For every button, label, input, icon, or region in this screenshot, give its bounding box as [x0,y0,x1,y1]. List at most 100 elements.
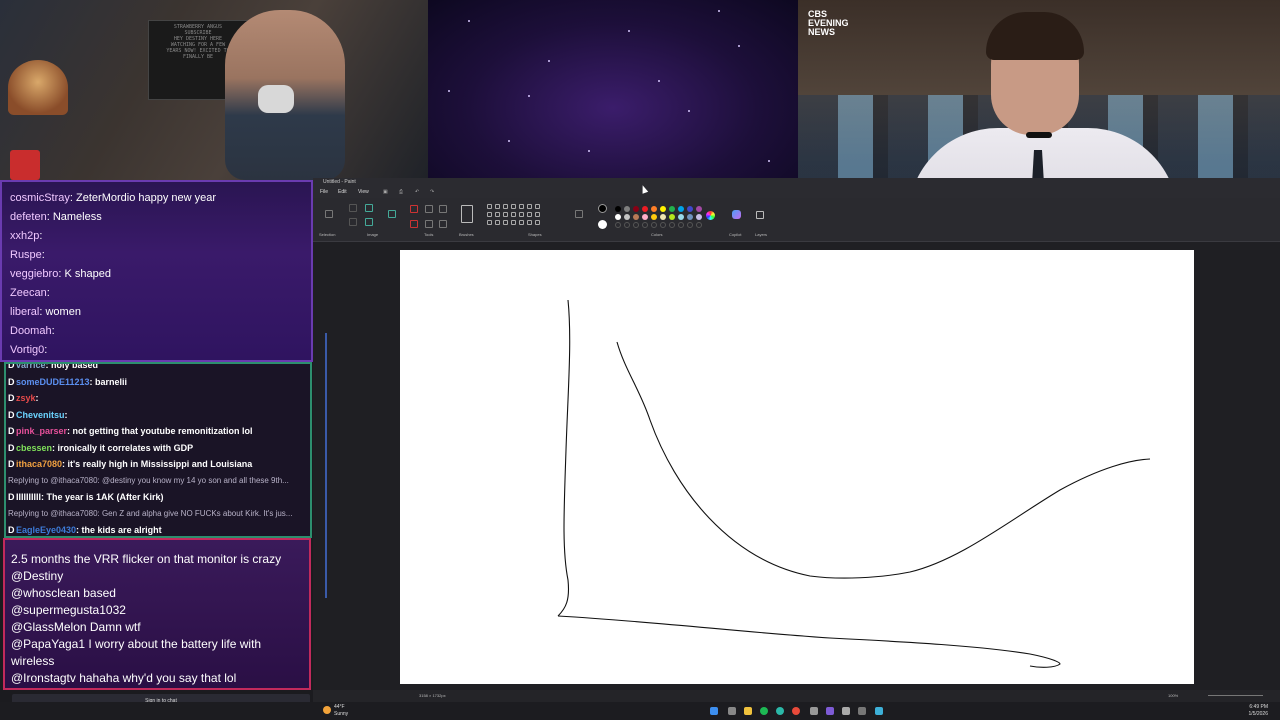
shape-icon[interactable] [487,212,492,217]
color-swatch[interactable] [687,206,693,212]
shape-icon[interactable] [511,212,516,217]
chat-message: 2.5 months the VRR flicker on that monit… [11,552,282,566]
select-icon[interactable] [325,210,333,218]
rotate-icon[interactable] [349,218,357,226]
shape-icon[interactable] [535,220,540,225]
color-swatch[interactable] [696,206,702,212]
empty-swatch[interactable] [660,222,666,228]
search-icon[interactable] [728,707,736,715]
shape-icon[interactable] [535,212,540,217]
shape-icon[interactable] [487,204,492,209]
empty-swatch[interactable] [624,222,630,228]
menu-edit[interactable]: Edit [338,189,347,195]
menu-view[interactable]: View [358,189,369,195]
chat-message: liberal: women [10,306,81,318]
color-swatch[interactable] [678,214,684,220]
shape-icon[interactable] [527,204,532,209]
color-swatch[interactable] [669,206,675,212]
copilot-icon[interactable] [732,210,741,219]
chat-text: not getting that youtube remonitization … [72,426,253,436]
crop-icon[interactable] [349,204,357,212]
eraser-icon[interactable] [410,220,418,228]
fill-icon[interactable] [425,205,433,213]
text-icon[interactable] [439,205,447,213]
color-swatch[interactable] [642,206,648,212]
brushes-icon[interactable] [461,205,473,223]
empty-swatch[interactable] [615,222,621,228]
empty-swatch[interactable] [642,222,648,228]
shapes-gallery[interactable] [487,204,545,228]
vertical-zoom-slider[interactable] [325,333,327,598]
color-1[interactable] [598,204,607,213]
shape-icon[interactable] [495,220,500,225]
color-swatch[interactable] [651,214,657,220]
shape-icon[interactable] [511,204,516,209]
layers-icon[interactable] [756,211,764,219]
save-icon[interactable]: ▣ [383,189,388,195]
color-2[interactable] [598,220,607,229]
shape-icon[interactable] [519,204,524,209]
color-swatch[interactable] [660,206,666,212]
drawing-canvas[interactable] [400,250,1194,684]
empty-swatch[interactable] [669,222,675,228]
image-tool-icon[interactable] [388,210,396,218]
shape-icon[interactable] [503,212,508,217]
shape-icon[interactable] [511,220,516,225]
shape-icon[interactable] [519,212,524,217]
menu-file[interactable]: File [320,189,328,195]
taskbar: 44°F Sunny 6:49 PM 1/5/2026 [0,702,1280,720]
magnifier-icon[interactable] [439,220,447,228]
shape-icon[interactable] [519,220,524,225]
flip-icon[interactable] [365,218,373,226]
app-icon-1[interactable] [810,707,818,715]
edge-icon[interactable] [776,707,784,715]
pencil-icon[interactable] [410,205,418,213]
zoom-slider[interactable] [1208,695,1263,696]
color-swatch[interactable] [696,214,702,220]
outline-icon[interactable] [575,210,583,218]
redo-icon[interactable]: ↷ [430,189,434,195]
empty-swatch[interactable] [651,222,657,228]
color-swatch[interactable] [642,214,648,220]
undo-icon[interactable]: ↶ [415,189,419,195]
color-swatch[interactable] [624,214,630,220]
chat-message: xxh2p: [10,230,42,242]
share-icon[interactable]: ⎙ [399,189,403,195]
spotify-icon[interactable] [760,707,768,715]
color-swatch[interactable] [615,214,621,220]
shape-icon[interactable] [495,204,500,209]
color-swatch[interactable] [687,214,693,220]
edit-colors-icon[interactable] [706,211,715,220]
color-swatch[interactable] [633,214,639,220]
star [688,110,690,112]
empty-swatch[interactable] [687,222,693,228]
color-swatch[interactable] [624,206,630,212]
shape-icon[interactable] [503,204,508,209]
empty-swatch[interactable] [678,222,684,228]
chrome-icon[interactable] [792,707,800,715]
resize-icon[interactable] [365,204,373,212]
settings-icon[interactable] [858,707,866,715]
empty-swatch[interactable] [633,222,639,228]
color-swatch[interactable] [633,206,639,212]
shape-icon[interactable] [495,212,500,217]
app-icon-2[interactable] [826,707,834,715]
clock[interactable]: 6:49 PM 1/5/2026 [1249,704,1268,718]
color-swatch[interactable] [615,206,621,212]
shape-icon[interactable] [503,220,508,225]
paint-taskbar-icon[interactable] [875,707,883,715]
app-icon-3[interactable] [842,707,850,715]
shape-icon[interactable] [527,220,532,225]
file-explorer-icon[interactable] [744,707,752,715]
color-picker-icon[interactable] [425,220,433,228]
shape-icon[interactable] [535,204,540,209]
empty-swatch[interactable] [696,222,702,228]
color-swatch[interactable] [678,206,684,212]
shape-icon[interactable] [527,212,532,217]
color-swatch[interactable] [660,214,666,220]
chat-username: liberal [10,306,40,318]
shape-icon[interactable] [487,220,492,225]
start-icon[interactable] [710,707,718,715]
color-swatch[interactable] [669,214,675,220]
color-swatch[interactable] [651,206,657,212]
